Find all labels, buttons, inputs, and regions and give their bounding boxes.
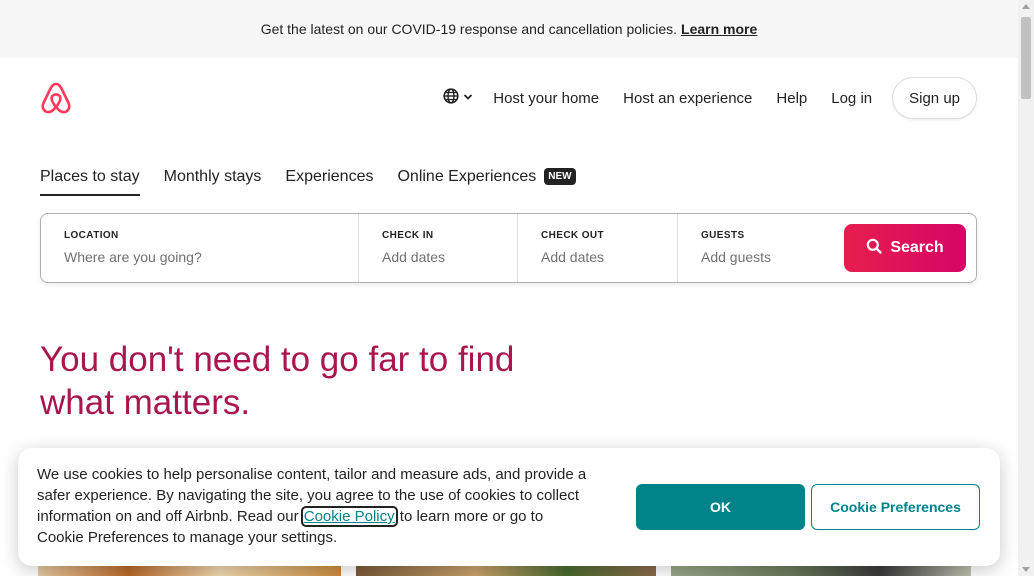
host-your-home-link[interactable]: Host your home (493, 90, 599, 107)
tab-monthly-stays[interactable]: Monthly stays (164, 168, 262, 194)
covid-banner: Get the latest on our COVID-19 response … (0, 0, 1018, 58)
guests-value[interactable]: Add guests (701, 249, 844, 265)
language-selector[interactable] (443, 87, 473, 109)
checkout-value[interactable]: Add dates (541, 249, 677, 265)
cookie-text: We use cookies to help personalise conte… (37, 464, 592, 548)
location-label: LOCATION (64, 230, 119, 241)
location-input[interactable]: Where are you going? (64, 249, 358, 265)
guests-field[interactable]: GUESTS Add guests (678, 214, 844, 282)
search-bar: LOCATION Where are you going? CHECK IN A… (40, 213, 977, 283)
airbnb-logo-icon[interactable] (40, 81, 72, 115)
chevron-down-icon (463, 89, 473, 107)
photo-card[interactable] (356, 566, 656, 576)
scrollbar[interactable] (1018, 0, 1034, 576)
search-button-label: Search (890, 239, 944, 256)
tab-label: Experiences (285, 168, 374, 185)
tab-online-experiences[interactable]: Online Experiences NEW (397, 168, 576, 194)
tab-places-to-stay[interactable]: Places to stay (40, 168, 140, 196)
photo-card[interactable] (38, 566, 341, 576)
banner-text: Get the latest on our COVID-19 response … (260, 21, 678, 37)
photo-strip (38, 566, 971, 576)
guests-label: GUESTS (701, 230, 745, 241)
hero-title: You don't need to go far to find what ma… (40, 340, 515, 422)
checkout-field[interactable]: CHECK OUT Add dates (518, 214, 678, 282)
cookie-policy-link[interactable]: Cookie Policy (300, 506, 398, 527)
scroll-up-arrow-icon[interactable] (1022, 4, 1030, 9)
tab-label: Online Experiences (397, 168, 537, 185)
header-nav: Host your home Host an experience Help L… (443, 77, 977, 119)
header: Host your home Host an experience Help L… (40, 76, 977, 120)
checkout-label: CHECK OUT (541, 230, 605, 241)
location-field[interactable]: LOCATION Where are you going? (41, 214, 359, 282)
host-an-experience-link[interactable]: Host an experience (623, 90, 752, 107)
cookie-banner: We use cookies to help personalise conte… (18, 448, 1000, 566)
search-icon (866, 238, 890, 259)
signup-button[interactable]: Sign up (892, 77, 977, 119)
tab-experiences[interactable]: Experiences (285, 168, 373, 194)
learn-more-link[interactable]: Learn more (681, 21, 757, 37)
scrollbar-thumb[interactable] (1021, 17, 1031, 99)
new-badge: NEW (544, 168, 576, 185)
photo-card[interactable] (671, 566, 971, 576)
search-tabs: Places to stay Monthly stays Experiences… (40, 168, 600, 196)
search-button[interactable]: Search (844, 224, 966, 272)
checkin-label: CHECK IN (382, 230, 434, 241)
tab-label: Places to stay (40, 168, 140, 185)
tab-label: Monthly stays (163, 168, 262, 185)
globe-icon (443, 87, 459, 109)
cookie-ok-button[interactable]: OK (636, 484, 805, 530)
login-link[interactable]: Log in (831, 90, 872, 107)
checkin-value[interactable]: Add dates (382, 249, 517, 265)
cookie-preferences-button[interactable]: Cookie Preferences (811, 484, 980, 530)
help-link[interactable]: Help (776, 90, 807, 107)
checkin-field[interactable]: CHECK IN Add dates (359, 214, 518, 282)
scroll-down-arrow-icon[interactable] (1022, 567, 1030, 572)
